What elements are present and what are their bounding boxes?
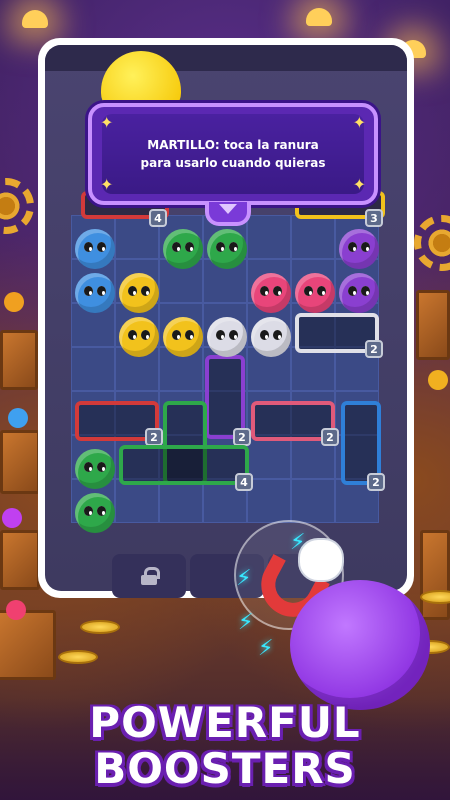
crate-decoration bbox=[0, 430, 40, 494]
blob-eyes bbox=[260, 286, 282, 300]
blob-eyes bbox=[172, 330, 194, 344]
board-cell[interactable] bbox=[71, 347, 115, 391]
lightning-icon: ⚡ bbox=[238, 610, 254, 635]
slot-count-badge: 2 bbox=[233, 428, 251, 446]
board-cell[interactable] bbox=[159, 479, 203, 523]
board-cell[interactable] bbox=[115, 479, 159, 523]
ceiling-lamp bbox=[306, 8, 332, 26]
sparkle-icon: ✦ bbox=[100, 113, 114, 132]
coin-decoration bbox=[80, 620, 120, 634]
blob-eyes bbox=[216, 330, 238, 344]
phone-frame: 4 3 2 2 2 2 2 4 MARTILLO: toca la ranura… bbox=[38, 38, 414, 598]
blue-blob[interactable] bbox=[75, 273, 115, 313]
fuzzy-creature-decoration bbox=[8, 408, 28, 428]
crate-decoration bbox=[0, 330, 38, 390]
lightning-icon: ⚡ bbox=[290, 530, 306, 555]
board-cell[interactable] bbox=[291, 215, 335, 259]
blob-eyes bbox=[348, 286, 370, 300]
sparkle-icon: ✦ bbox=[100, 175, 114, 194]
yellow-blob[interactable] bbox=[163, 317, 203, 357]
board-cell[interactable] bbox=[291, 479, 335, 523]
fuzzy-creature-decoration bbox=[428, 370, 448, 390]
board-cell[interactable] bbox=[247, 435, 291, 479]
lightning-icon: ⚡ bbox=[258, 636, 274, 661]
ceiling-lamp bbox=[22, 10, 48, 28]
blob-eyes bbox=[84, 242, 106, 256]
booster-slot-locked[interactable] bbox=[112, 554, 186, 598]
pink-blob[interactable] bbox=[295, 273, 335, 313]
blob-eyes bbox=[172, 242, 194, 256]
slot-count-badge: 2 bbox=[367, 473, 385, 491]
tooltip-body: MARTILLO: toca la ranura para usarlo cua… bbox=[102, 114, 364, 194]
green-blob[interactable] bbox=[207, 229, 247, 269]
fuzzy-creature-decoration bbox=[6, 600, 26, 620]
blob-eyes bbox=[128, 330, 150, 344]
blob-eyes bbox=[84, 286, 106, 300]
sparkle-icon: ✦ bbox=[352, 175, 366, 194]
white-blob[interactable] bbox=[207, 317, 247, 357]
green-t-slot[interactable] bbox=[119, 445, 249, 485]
purple-blob[interactable] bbox=[339, 229, 379, 269]
blob-eyes bbox=[304, 286, 326, 300]
pink-blob[interactable] bbox=[251, 273, 291, 313]
yellow-blob[interactable] bbox=[119, 273, 159, 313]
tooltip-line-2: para usarlo cuando quieras bbox=[140, 156, 326, 170]
slot-count-badge: 4 bbox=[149, 209, 167, 227]
board-cell[interactable] bbox=[247, 215, 291, 259]
board-cell[interactable] bbox=[247, 479, 291, 523]
crate-decoration bbox=[0, 610, 56, 680]
blob-eyes bbox=[84, 462, 106, 476]
gear-decoration bbox=[0, 178, 34, 234]
green-blob[interactable] bbox=[163, 229, 203, 269]
booster-tooltip: MARTILLO: toca la ranura para usarlo cua… bbox=[88, 103, 378, 205]
blob-eyes bbox=[348, 242, 370, 256]
blue-blob[interactable] bbox=[75, 229, 115, 269]
crate-decoration bbox=[0, 530, 40, 590]
blob-eyes bbox=[260, 330, 282, 344]
fuzzy-creature-decoration bbox=[4, 292, 24, 312]
slot-count-badge: 2 bbox=[321, 428, 339, 446]
yellow-blob[interactable] bbox=[119, 317, 159, 357]
tooltip-line-1: MARTILLO: toca la ranura bbox=[147, 138, 319, 152]
tooltip-pointer bbox=[205, 202, 251, 226]
game-screen: 4 3 2 2 2 2 2 4 MARTILLO: toca la ranura… bbox=[45, 45, 407, 591]
headline-line-2: BOOSTERS bbox=[94, 744, 356, 793]
slot-count-badge: 2 bbox=[145, 428, 163, 446]
headline-line-1: POWERFUL bbox=[89, 698, 361, 747]
crate-decoration bbox=[420, 530, 450, 620]
blob-eyes bbox=[216, 242, 238, 256]
board-cell[interactable] bbox=[291, 347, 335, 391]
gear-decoration bbox=[414, 215, 450, 271]
sparkle-icon: ✦ bbox=[352, 113, 366, 132]
slot-count-badge: 4 bbox=[235, 473, 253, 491]
purple-blob[interactable] bbox=[339, 273, 379, 313]
coin-decoration bbox=[58, 650, 98, 664]
crate-decoration bbox=[416, 290, 450, 360]
green-blob[interactable] bbox=[75, 493, 115, 533]
purple-slot[interactable] bbox=[205, 355, 245, 439]
white-blob[interactable] bbox=[251, 317, 291, 357]
fuzzy-creature-decoration bbox=[2, 508, 22, 528]
game-top-bar bbox=[45, 45, 407, 71]
lightning-icon: ⚡ bbox=[236, 566, 252, 591]
blob-eyes bbox=[84, 506, 106, 520]
lock-icon bbox=[141, 567, 160, 585]
purple-mascot bbox=[290, 580, 430, 710]
blob-eyes bbox=[128, 286, 150, 300]
slot-count-badge: 3 bbox=[365, 209, 383, 227]
slot-count-badge: 2 bbox=[365, 340, 383, 358]
promo-headline: POWERFUL BOOSTERS bbox=[0, 700, 450, 792]
green-blob[interactable] bbox=[75, 449, 115, 489]
